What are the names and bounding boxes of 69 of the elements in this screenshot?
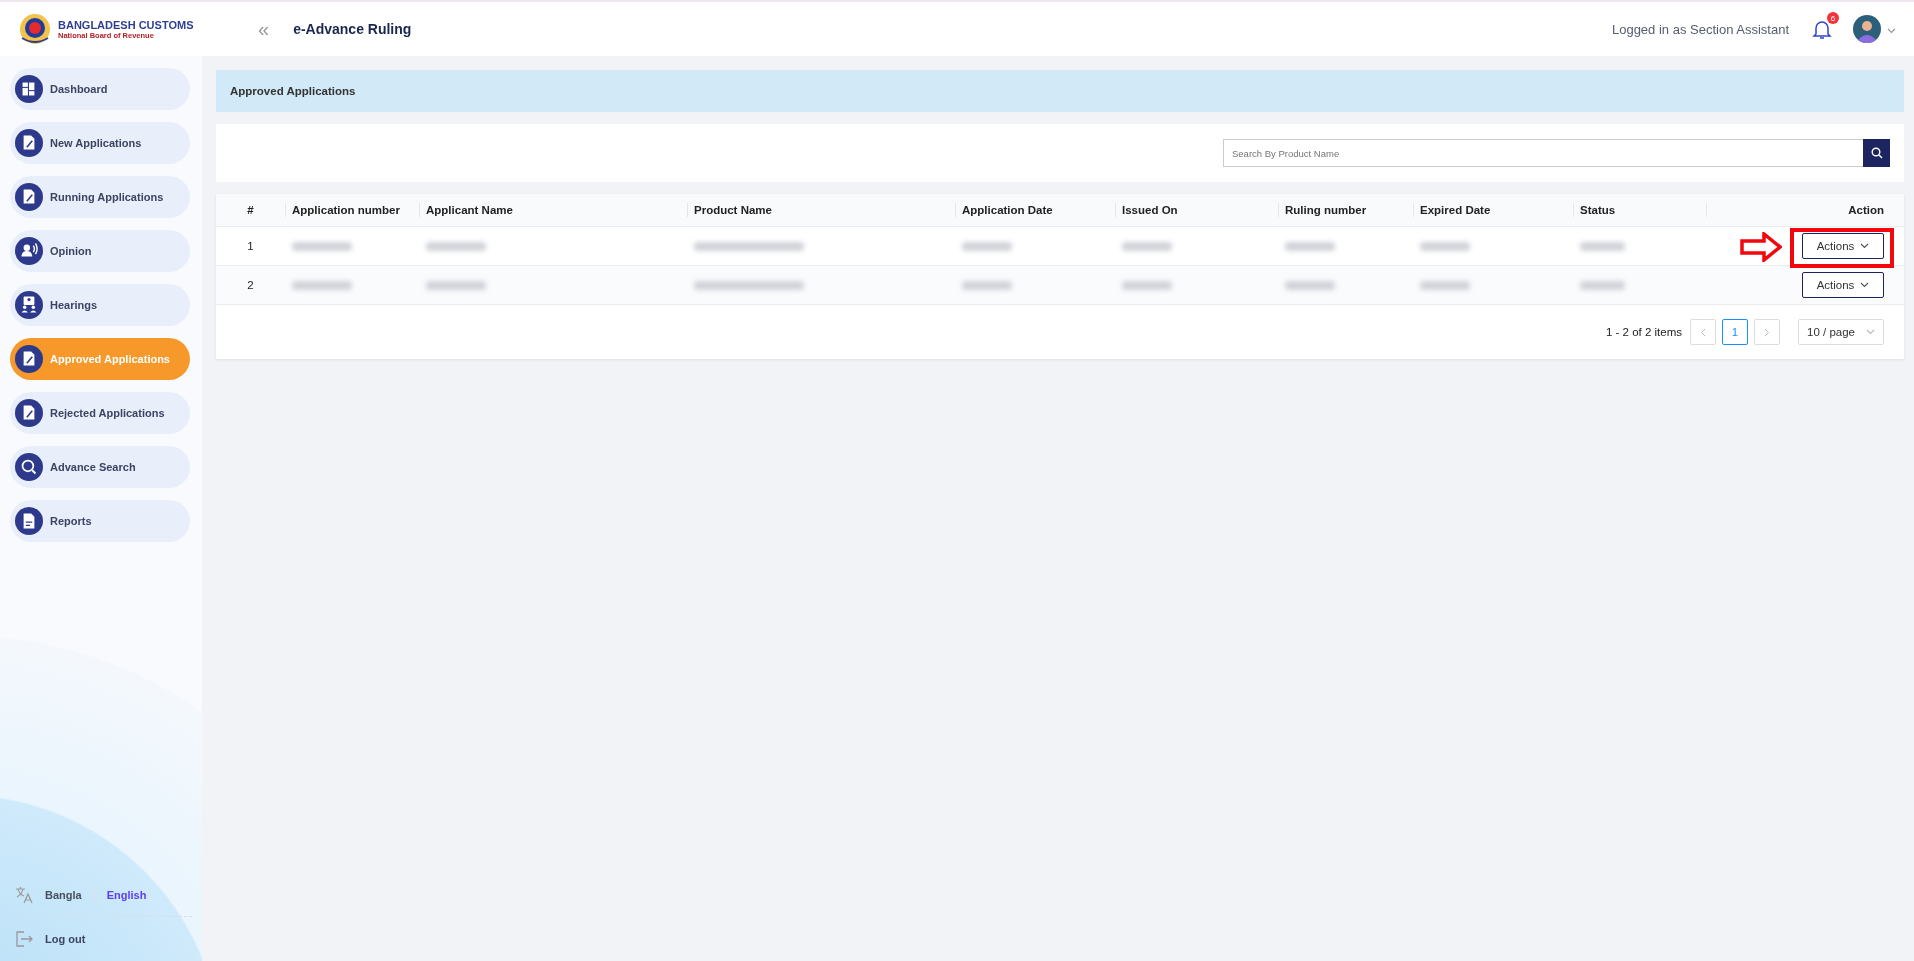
document-edit-icon <box>15 399 43 427</box>
blurred-text <box>292 241 352 251</box>
sidebar-item[interactable]: New Applications <box>10 122 190 164</box>
blurred-text <box>1580 241 1625 251</box>
column-header: Product Name <box>687 194 955 226</box>
blurred-text <box>962 241 1012 251</box>
search-field[interactable]: Search By Product Name <box>1223 139 1863 167</box>
language-option[interactable]: Bangla <box>41 889 86 901</box>
blurred-text <box>1122 280 1172 290</box>
notification-badge: 6 <box>1827 12 1839 24</box>
blurred-text <box>1122 241 1172 251</box>
column-header: Application Date <box>955 194 1115 226</box>
column-header: Ruling number <box>1278 194 1413 226</box>
search-button[interactable] <box>1863 139 1890 167</box>
actions-dropdown[interactable]: Actions <box>1802 272 1884 298</box>
document-icon <box>15 507 43 535</box>
logout-icon <box>15 931 33 947</box>
language-option[interactable]: English <box>102 889 151 901</box>
pagination-summary: 1 - 2 of 2 items <box>1605 326 1682 338</box>
document-edit-icon <box>15 345 43 373</box>
blurred-text <box>292 280 352 290</box>
logout-button[interactable]: Log out <box>45 933 86 945</box>
blurred-text <box>426 280 486 290</box>
logo-title: BANGLADESH CUSTOMS <box>58 18 194 31</box>
column-header: # <box>246 203 255 218</box>
document-edit-icon <box>15 129 43 157</box>
translate-icon <box>15 886 33 904</box>
column-header: Status <box>1573 194 1706 226</box>
blurred-text <box>426 241 486 251</box>
sidebar-item[interactable]: Hearings <box>10 284 190 326</box>
sidebar-item[interactable]: Advance Search <box>10 446 190 488</box>
sidebar-item[interactable]: Reports <box>10 500 190 542</box>
column-header: Applicant Name <box>419 194 687 226</box>
sidebar-item[interactable]: Dashboard <box>10 68 190 110</box>
search-icon <box>1870 147 1883 159</box>
page-size-select[interactable]: 10 / page <box>1798 319 1884 345</box>
page-title-banner: Approved Applications <box>216 70 1904 112</box>
search-icon <box>15 453 43 481</box>
chevron-right-icon <box>1764 327 1770 337</box>
blurred-text <box>1420 280 1470 290</box>
bell-icon[interactable] <box>1811 18 1833 40</box>
actions-dropdown[interactable]: Actions <box>1802 233 1884 259</box>
chevron-down-icon <box>1866 329 1875 335</box>
document-edit-icon <box>15 183 43 211</box>
blurred-text <box>962 280 1012 290</box>
blurred-text <box>1420 241 1470 251</box>
person-speaking-icon <box>15 237 43 265</box>
column-header: Application number <box>285 194 419 226</box>
table-cell-text: 2 <box>246 278 255 293</box>
emblem-icon <box>18 12 52 46</box>
sidebar-item[interactable]: Opinion <box>10 230 190 272</box>
chevron-down-icon <box>1887 28 1896 34</box>
chevron-left-icon <box>1700 327 1706 337</box>
blurred-text <box>1285 280 1335 290</box>
column-header: Issued On <box>1115 194 1278 226</box>
avatar-icon[interactable] <box>1853 15 1881 43</box>
column-header: Action <box>1706 194 1904 226</box>
grid-icon <box>15 75 43 103</box>
app-title: e-Advance Ruling <box>293 21 412 37</box>
blurred-text <box>1285 241 1335 251</box>
user-label: Logged in as Section Assistant <box>1611 21 1789 37</box>
chevron-down-icon <box>1860 243 1870 249</box>
blurred-text <box>1580 280 1625 290</box>
sidebar-item[interactable]: Rejected Applications <box>10 392 190 434</box>
table-cell-text: 1 <box>246 239 255 254</box>
meeting-icon <box>15 291 43 319</box>
sidebar-item[interactable]: Running Applications <box>10 176 190 218</box>
column-header: Expired Date <box>1413 194 1573 226</box>
chevron-down-icon <box>1860 282 1870 288</box>
